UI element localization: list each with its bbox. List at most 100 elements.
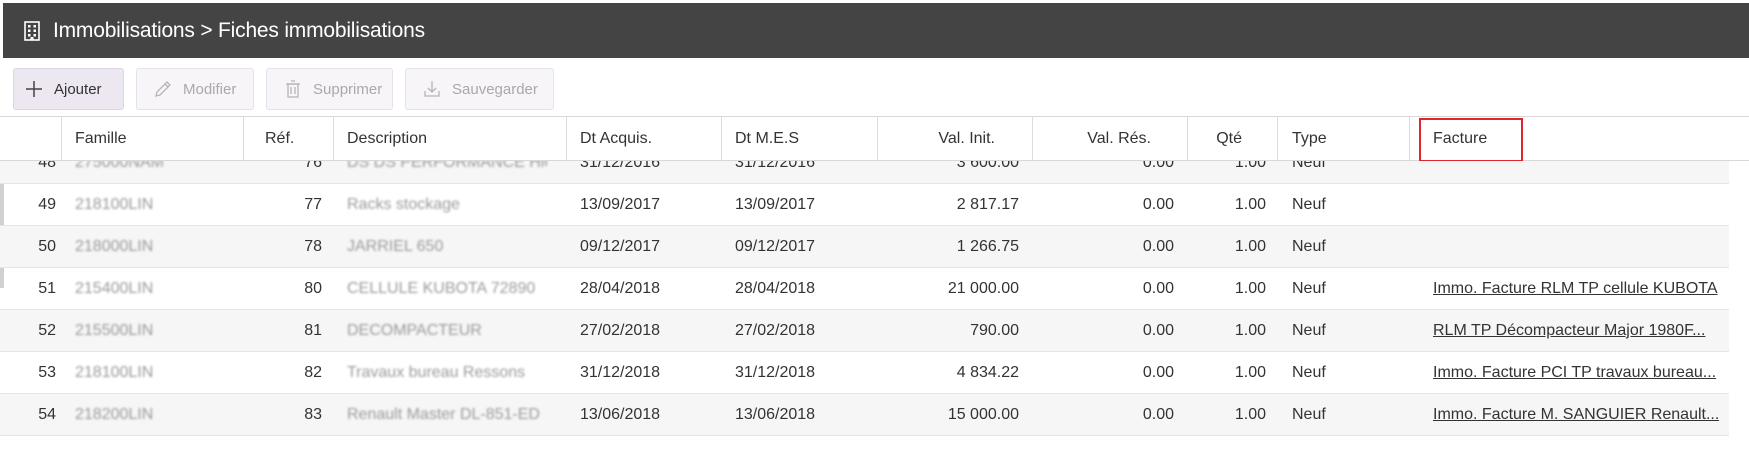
cell-type: Neuf bbox=[1292, 161, 1326, 171]
edit-button[interactable]: Modifier bbox=[136, 68, 254, 110]
cell-facture-link[interactable]: Immo. Facture M. SANGUIER Renault... bbox=[1433, 394, 1719, 435]
cell-dt-mes: 28/04/2018 bbox=[735, 279, 816, 297]
cell-qte: 1.00 bbox=[1234, 161, 1266, 171]
column-header-val-init[interactable]: Val. Init. bbox=[877, 117, 995, 161]
cell-ref: 82 bbox=[304, 363, 322, 381]
cell-ref: 80 bbox=[304, 279, 322, 297]
cell-facture-link[interactable]: RLM TP Décompacteur Major 1980F... bbox=[1433, 310, 1719, 351]
row-number: 53 bbox=[38, 363, 56, 381]
cell-val-res: 0.00 bbox=[1142, 321, 1174, 339]
cell-type: Neuf bbox=[1292, 363, 1326, 381]
trash-icon bbox=[283, 79, 303, 99]
cell-dt-mes: 09/12/2017 bbox=[735, 237, 816, 255]
cell-facture-link[interactable]: Immo. Facture PCI TP travaux bureau... bbox=[1433, 352, 1719, 393]
delete-button-label: Supprimer bbox=[313, 80, 383, 98]
table-row[interactable]: 54 218200LIN 83 Renault Master DL-851-ED… bbox=[0, 394, 1729, 436]
cell-dt-acquis: 31/12/2018 bbox=[580, 363, 661, 381]
page-title: Immobilisations > Fiches immobilisations bbox=[53, 18, 425, 42]
add-button[interactable]: Ajouter bbox=[13, 68, 124, 110]
pencil-icon bbox=[153, 79, 173, 99]
download-icon bbox=[422, 79, 442, 99]
cell-ref: 77 bbox=[304, 195, 322, 213]
cell-type: Neuf bbox=[1292, 279, 1326, 297]
cell-dt-acquis: 27/02/2018 bbox=[580, 321, 661, 339]
save-button-label: Sauvegarder bbox=[452, 80, 538, 98]
assets-grid: Famille Réf. Description Dt Acquis. Dt M… bbox=[0, 116, 1749, 450]
cell-facture-link[interactable] bbox=[1433, 226, 1719, 267]
cell-dt-acquis: 31/12/2016 bbox=[580, 161, 661, 171]
cell-facture-link[interactable] bbox=[1433, 161, 1719, 183]
cell-val-init: 3 600.00 bbox=[956, 161, 1019, 171]
table-row[interactable]: 53 218100LIN 82 Travaux bureau Ressons 3… bbox=[0, 352, 1729, 394]
table-row[interactable]: 52 215500LIN 81 DECOMPACTEUR 27/02/2018 … bbox=[0, 310, 1729, 352]
column-header-type[interactable]: Type bbox=[1292, 117, 1392, 161]
column-divider bbox=[566, 117, 567, 161]
cell-val-res: 0.00 bbox=[1142, 161, 1174, 171]
cell-famille: 218100LIN bbox=[75, 363, 154, 381]
cell-val-init: 21 000.00 bbox=[947, 279, 1019, 297]
row-number: 51 bbox=[38, 279, 56, 297]
column-header-famille[interactable]: Famille bbox=[75, 117, 225, 161]
cell-dt-mes: 27/02/2018 bbox=[735, 321, 816, 339]
grid-header: Famille Réf. Description Dt Acquis. Dt M… bbox=[0, 116, 1749, 162]
column-divider bbox=[1409, 117, 1410, 161]
cell-ref: 78 bbox=[304, 237, 322, 255]
cell-dt-mes: 31/12/2018 bbox=[735, 363, 816, 381]
column-divider bbox=[243, 117, 244, 161]
column-header-dt-mes[interactable]: Dt M.E.S bbox=[735, 117, 875, 161]
cell-val-res: 0.00 bbox=[1142, 405, 1174, 423]
cell-famille: 218200LIN bbox=[75, 405, 154, 423]
cell-type: Neuf bbox=[1292, 195, 1326, 213]
column-header-ref[interactable]: Réf. bbox=[265, 117, 315, 161]
cell-qte: 1.00 bbox=[1234, 405, 1266, 423]
cell-famille: 218000LIN bbox=[75, 237, 154, 255]
table-row[interactable]: 49 218100LIN 77 Racks stockage 13/09/201… bbox=[0, 184, 1729, 226]
cell-val-res: 0.00 bbox=[1142, 195, 1174, 213]
cell-dt-acquis: 13/06/2018 bbox=[580, 405, 661, 423]
cell-val-init: 790.00 bbox=[970, 321, 1019, 339]
cell-description: Racks stockage bbox=[347, 195, 460, 213]
cell-qte: 1.00 bbox=[1234, 363, 1266, 381]
table-row[interactable]: 51 215400LIN 80 CELLULE KUBOTA 72890 28/… bbox=[0, 268, 1729, 310]
delete-button[interactable]: Supprimer bbox=[266, 68, 393, 110]
cell-ref: 76 bbox=[304, 161, 322, 171]
cell-ref: 81 bbox=[304, 321, 322, 339]
row-number: 50 bbox=[38, 237, 56, 255]
column-divider bbox=[333, 117, 334, 161]
grid-body: 48 275000NAM 76 DS DS PERFORMANCE Hié 31… bbox=[0, 161, 1749, 450]
table-row[interactable]: 50 218000LIN 78 JARRIEL 650 09/12/2017 0… bbox=[0, 226, 1729, 268]
table-row[interactable]: 48 275000NAM 76 DS DS PERFORMANCE Hié 31… bbox=[0, 161, 1729, 184]
building-icon bbox=[23, 20, 41, 41]
highlight-box bbox=[1419, 118, 1523, 162]
column-header-qte[interactable]: Qté bbox=[1187, 117, 1242, 161]
cell-famille: 215400LIN bbox=[75, 279, 154, 297]
cell-val-res: 0.00 bbox=[1142, 363, 1174, 381]
cell-qte: 1.00 bbox=[1234, 279, 1266, 297]
cell-description: Renault Master DL-851-ED bbox=[347, 405, 540, 423]
cell-famille: 218100LIN bbox=[75, 195, 154, 213]
cell-famille: 215500LIN bbox=[75, 321, 154, 339]
row-number: 49 bbox=[38, 195, 56, 213]
window: Immobilisations > Fiches immobilisations… bbox=[0, 0, 1749, 450]
cell-facture-link[interactable]: Immo. Facture RLM TP cellule KUBOTA bbox=[1433, 268, 1719, 309]
column-divider bbox=[61, 117, 62, 161]
cell-qte: 1.00 bbox=[1234, 321, 1266, 339]
cell-val-res: 0.00 bbox=[1142, 237, 1174, 255]
cell-facture-link[interactable] bbox=[1433, 184, 1719, 225]
cell-type: Neuf bbox=[1292, 321, 1326, 339]
cell-dt-mes: 31/12/2016 bbox=[735, 161, 816, 171]
cell-famille: 275000NAM bbox=[75, 161, 164, 171]
cell-dt-acquis: 28/04/2018 bbox=[580, 279, 661, 297]
column-divider bbox=[721, 117, 722, 161]
column-header-description[interactable]: Description bbox=[347, 117, 547, 161]
cell-description: DS DS PERFORMANCE Hié bbox=[347, 161, 547, 171]
column-divider bbox=[1277, 117, 1278, 161]
cell-description: DECOMPACTEUR bbox=[347, 321, 482, 339]
column-header-val-res[interactable]: Val. Rés. bbox=[1032, 117, 1151, 161]
column-header-dt-acquis[interactable]: Dt Acquis. bbox=[580, 117, 720, 161]
cell-dt-mes: 13/09/2017 bbox=[735, 195, 816, 213]
plus-icon bbox=[24, 79, 44, 99]
add-button-label: Ajouter bbox=[54, 80, 102, 98]
save-button[interactable]: Sauvegarder bbox=[405, 68, 554, 110]
cell-description: CELLULE KUBOTA 72890 bbox=[347, 279, 536, 297]
